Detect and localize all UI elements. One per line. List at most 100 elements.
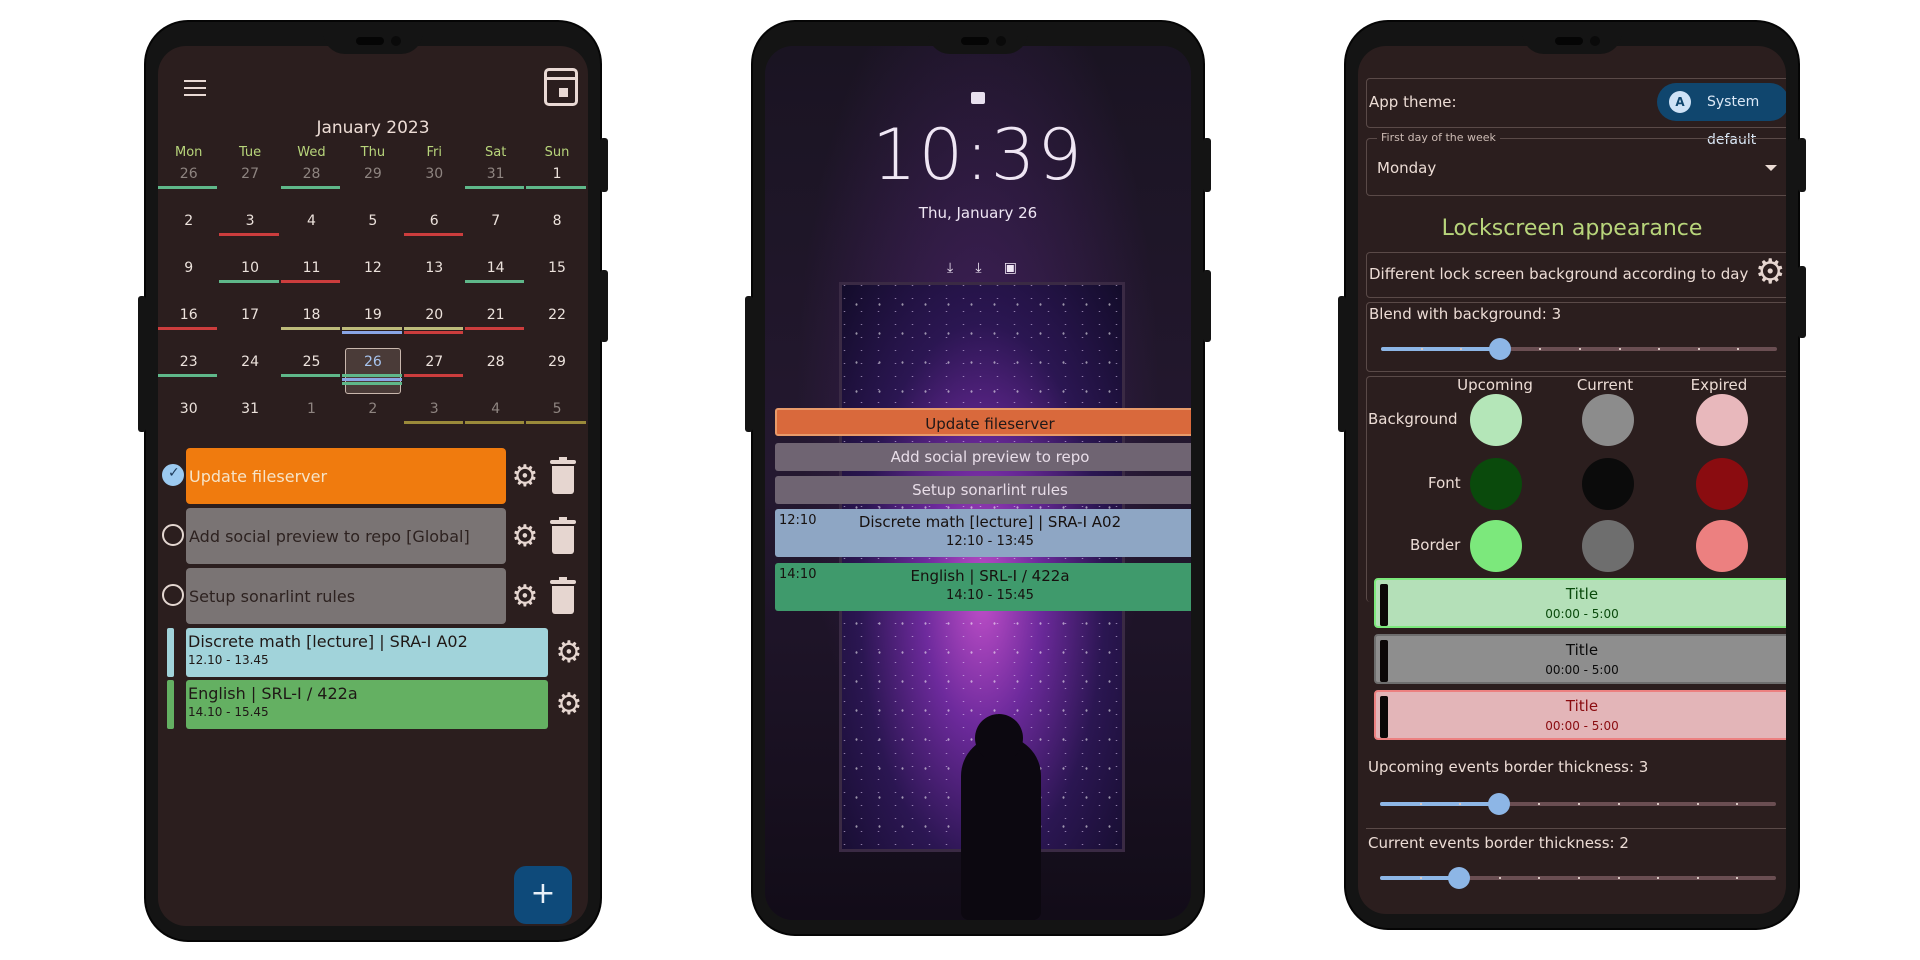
slider-thumb[interactable] bbox=[1448, 867, 1471, 889]
calendar-day[interactable]: 9 bbox=[158, 260, 219, 307]
calendar-day[interactable]: 1 bbox=[526, 166, 587, 213]
calendar-day[interactable]: 3 bbox=[219, 213, 280, 260]
phone-side-button bbox=[1203, 138, 1211, 192]
calendar-day[interactable]: 22 bbox=[526, 307, 587, 354]
calendar-day[interactable]: 2 bbox=[342, 401, 403, 448]
calendar-day[interactable]: 8 bbox=[526, 213, 587, 260]
menu-icon[interactable] bbox=[184, 80, 206, 96]
calendar-day[interactable]: 27 bbox=[403, 354, 465, 401]
calendar-day[interactable]: 17 bbox=[219, 307, 280, 354]
image-icon[interactable]: ▣ bbox=[1004, 260, 1017, 276]
calendar-day[interactable]: 6 bbox=[403, 213, 465, 260]
upcoming-border-slider[interactable] bbox=[1380, 793, 1776, 815]
slider-thumb[interactable] bbox=[1488, 338, 1511, 360]
color-swatch-upcoming-border[interactable] bbox=[1470, 520, 1522, 572]
calendar-day[interactable]: 14 bbox=[464, 260, 526, 307]
calendar-day[interactable]: 18 bbox=[280, 307, 342, 354]
gear-icon[interactable]: ⚙ bbox=[554, 638, 584, 668]
calendar-day[interactable]: 11 bbox=[280, 260, 342, 307]
slider-tick bbox=[1696, 803, 1699, 805]
task-item[interactable]: Add social preview to repo [Global] bbox=[186, 508, 506, 564]
calendar-day[interactable]: 19 bbox=[342, 307, 403, 354]
event-indicator-bar bbox=[280, 280, 341, 283]
calendar-day[interactable]: 13 bbox=[404, 260, 465, 307]
gear-icon[interactable]: ⚙ bbox=[510, 462, 540, 492]
event-indicator-bar bbox=[342, 374, 402, 377]
calendar-day[interactable]: 16 bbox=[158, 307, 219, 354]
trash-icon[interactable] bbox=[550, 517, 576, 554]
calendar-day[interactable]: 1 bbox=[281, 401, 342, 448]
calendar-day[interactable]: 23 bbox=[158, 354, 219, 401]
lock-event: 14:10 English | SRL-I / 422a 14:10 - 15:… bbox=[775, 563, 1191, 611]
calendar-day[interactable]: 5 bbox=[526, 401, 587, 448]
calendar-day[interactable]: 3 bbox=[403, 401, 465, 448]
calendar-day[interactable]: 21 bbox=[464, 307, 526, 354]
event-item[interactable]: Discrete math [lecture] | SRA-I A02 12.1… bbox=[186, 628, 548, 677]
calendar-week: 16 17 18 19 20 21 22 bbox=[158, 307, 588, 354]
calendar-day[interactable]: 4 bbox=[281, 213, 342, 260]
gear-icon[interactable]: ⚙ bbox=[1755, 252, 1785, 292]
current-border-slider[interactable] bbox=[1380, 867, 1776, 889]
calendar-day[interactable]: 31 bbox=[464, 166, 526, 213]
calendar-day[interactable]: 28 bbox=[465, 354, 526, 401]
calendar-day[interactable]: 24 bbox=[219, 354, 280, 401]
calendar-day-today[interactable]: 26 bbox=[342, 348, 403, 401]
color-swatch-current-border[interactable] bbox=[1582, 520, 1634, 572]
calendar-day[interactable]: 20 bbox=[403, 307, 465, 354]
calendar-day[interactable]: 2 bbox=[158, 213, 219, 260]
trash-icon[interactable] bbox=[550, 457, 576, 494]
download-icon[interactable]: ⤓ bbox=[947, 260, 953, 276]
calendar-week: 9 10 11 12 13 14 15 bbox=[158, 260, 588, 307]
event-indicator-bar bbox=[464, 327, 525, 330]
calendar-day-number: 4 bbox=[307, 213, 316, 229]
first-day-value: Monday bbox=[1377, 159, 1437, 177]
column-header-expired: Expired bbox=[1690, 376, 1748, 394]
add-button[interactable]: + bbox=[514, 866, 572, 924]
calendar-icon[interactable] bbox=[544, 68, 578, 106]
trash-icon[interactable] bbox=[550, 577, 576, 614]
calendar-day[interactable]: 10 bbox=[219, 260, 280, 307]
slider-thumb[interactable] bbox=[1487, 793, 1510, 815]
calendar-day[interactable]: 7 bbox=[465, 213, 526, 260]
calendar-day[interactable]: 27 bbox=[219, 166, 280, 213]
task-checkbox[interactable] bbox=[162, 584, 184, 606]
theme-button[interactable]: A System default bbox=[1657, 83, 1786, 148]
color-swatch-expired-background[interactable] bbox=[1696, 394, 1748, 446]
lock-date: Thu, January 26 bbox=[918, 204, 1038, 222]
calendar-day[interactable]: 30 bbox=[158, 401, 219, 448]
calendar-day[interactable]: 29 bbox=[526, 354, 587, 401]
calendar-day[interactable]: 4 bbox=[464, 401, 526, 448]
first-day-select[interactable]: First day of the week Monday bbox=[1366, 131, 1786, 196]
calendar-day[interactable]: 28 bbox=[280, 166, 342, 213]
task-item[interactable]: Update fileserver bbox=[186, 448, 506, 504]
calendar-day[interactable]: 29 bbox=[342, 166, 403, 213]
color-swatch-upcoming-background[interactable] bbox=[1470, 394, 1522, 446]
calendar-day[interactable]: 31 bbox=[219, 401, 280, 448]
gear-icon[interactable]: ⚙ bbox=[554, 690, 584, 720]
gear-icon[interactable]: ⚙ bbox=[510, 582, 540, 612]
calendar-day-number: 18 bbox=[302, 307, 321, 323]
phone-notch bbox=[1522, 28, 1622, 54]
calendar-day[interactable]: 25 bbox=[280, 354, 342, 401]
task-checkbox[interactable] bbox=[162, 464, 184, 486]
color-swatch-expired-font[interactable] bbox=[1696, 458, 1748, 510]
calendar-day[interactable]: 12 bbox=[342, 260, 403, 307]
calendar-day[interactable]: 5 bbox=[342, 213, 403, 260]
gear-icon[interactable]: ⚙ bbox=[510, 522, 540, 552]
task-item[interactable]: Setup sonarlint rules bbox=[186, 568, 506, 624]
color-swatch-current-background[interactable] bbox=[1582, 394, 1634, 446]
color-swatch-current-font[interactable] bbox=[1582, 458, 1634, 510]
blend-slider[interactable] bbox=[1381, 338, 1777, 360]
weekday-label: Wed bbox=[297, 145, 326, 160]
color-swatch-upcoming-font[interactable] bbox=[1470, 458, 1522, 510]
task-checkbox[interactable] bbox=[162, 524, 184, 546]
calendar-day[interactable]: 26 bbox=[158, 166, 219, 213]
event-item[interactable]: English | SRL-I / 422a 14.10 - 15.45 bbox=[186, 680, 548, 729]
calendar-day-number: 16 bbox=[179, 307, 198, 323]
download-icon[interactable]: ⤓ bbox=[975, 260, 981, 276]
calendar-day[interactable]: 15 bbox=[526, 260, 587, 307]
calendar-day[interactable]: 30 bbox=[404, 166, 465, 213]
blend-row: Blend with background: 3 bbox=[1366, 302, 1786, 372]
color-swatch-expired-border[interactable] bbox=[1696, 520, 1748, 572]
slider-tick bbox=[1538, 803, 1541, 805]
